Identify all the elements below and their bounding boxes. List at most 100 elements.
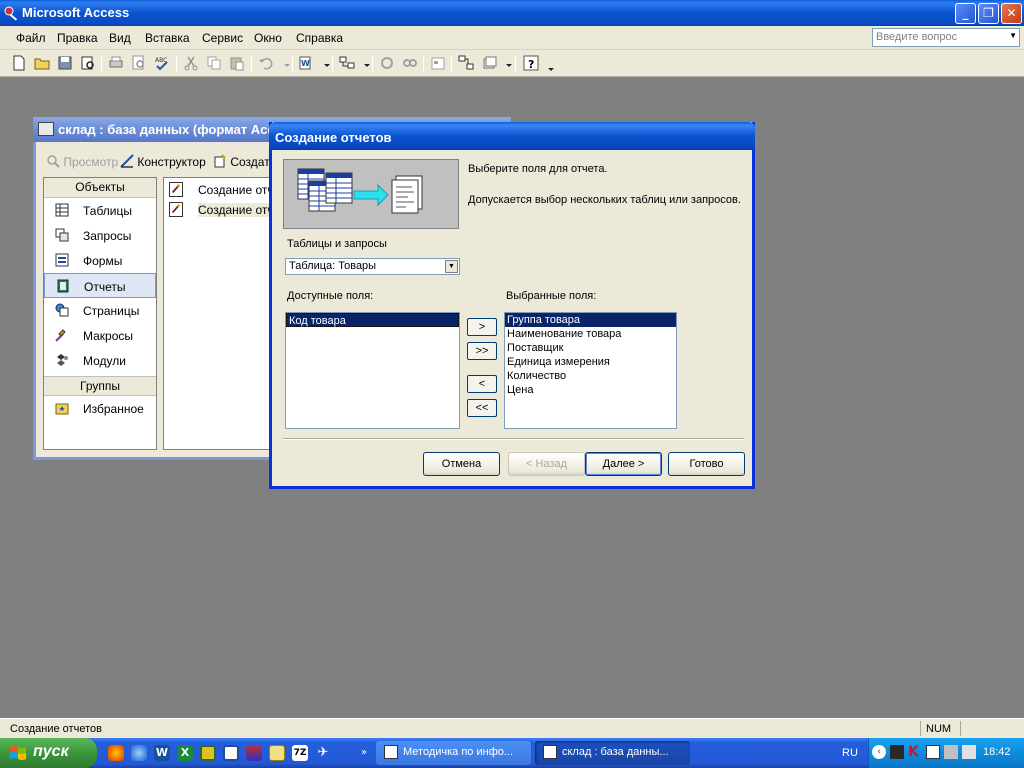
task-methodichka[interactable]: Методичка по инфо... <box>376 741 531 765</box>
tables-queries-value: Таблица: Товары <box>289 260 377 272</box>
restore-button[interactable]: ❐ <box>978 3 999 24</box>
report-wizard-dialog[interactable]: Создание отчетов Выберите поля для отчет… <box>269 122 755 489</box>
task-sklad-db[interactable]: склад : база данны... <box>535 741 690 765</box>
volume-icon[interactable] <box>962 745 976 759</box>
cut-icon[interactable] <box>182 54 200 72</box>
object-modules[interactable]: Модули <box>44 348 156 373</box>
script-editor-icon[interactable] <box>401 54 419 72</box>
selected-field-item[interactable]: Единица измерения <box>505 355 676 369</box>
print-icon[interactable] <box>107 54 125 72</box>
menu-tools[interactable]: Сервис <box>202 31 243 45</box>
relationships-icon[interactable] <box>457 54 475 72</box>
tray-expand-icon[interactable]: ‹ <box>872 745 886 759</box>
remove-field-button[interactable]: < <box>467 375 497 393</box>
macro-icon <box>55 329 66 342</box>
office-links-icon[interactable]: W <box>298 54 316 72</box>
internet-explorer-icon[interactable] <box>131 745 147 761</box>
word-doc-icon <box>384 745 398 759</box>
file-search-icon[interactable] <box>79 54 97 72</box>
preview-button[interactable]: Просмотр <box>46 154 118 169</box>
cancel-button[interactable]: Отмена <box>423 452 500 476</box>
menu-window[interactable]: Окно <box>254 31 282 45</box>
spelling-icon[interactable]: ABC <box>153 54 171 72</box>
plane-icon[interactable]: ✈ <box>315 745 331 761</box>
menu-edit[interactable]: Правка <box>57 31 98 45</box>
app-title-bar[interactable]: Microsoft Access _ ❐ ✕ <box>0 0 1024 26</box>
undo-icon[interactable] <box>257 54 275 72</box>
selected-field-item[interactable]: Группа товара <box>505 313 676 327</box>
office-links-dropdown-icon[interactable] <box>318 54 330 72</box>
tables-queries-select[interactable]: Таблица: Товары ▼ <box>285 258 460 275</box>
code-icon[interactable] <box>378 54 396 72</box>
finish-button[interactable]: Готово <box>668 452 745 476</box>
printer-icon[interactable] <box>926 745 940 759</box>
excel-icon[interactable]: X <box>177 745 193 761</box>
back-button[interactable]: < Назад <box>508 452 585 476</box>
new-object-dropdown-icon[interactable] <box>500 54 512 72</box>
object-queries[interactable]: Запросы <box>44 223 156 248</box>
chevron-down-icon[interactable]: ▼ <box>445 260 458 273</box>
list-item-label: Создание отче <box>198 183 281 197</box>
selected-field-item[interactable]: Цена <box>505 383 676 397</box>
status-bar: Создание отчетов NUM <box>0 718 1024 738</box>
browser-icon[interactable] <box>108 745 124 761</box>
available-field-item[interactable]: Код товара <box>286 313 459 327</box>
media-icon[interactable] <box>246 745 262 761</box>
properties-icon[interactable] <box>429 54 447 72</box>
notepad-icon[interactable] <box>269 745 285 761</box>
help-icon[interactable]: ? <box>522 54 540 72</box>
designer-button[interactable]: Конструктор <box>120 154 206 169</box>
chevron-down-icon[interactable]: ▼ <box>1009 31 1017 40</box>
language-indicator[interactable]: RU <box>842 747 858 759</box>
archiver-icon[interactable]: 7Z <box>292 745 308 761</box>
close-button[interactable]: ✕ <box>1001 3 1022 24</box>
selected-field-item[interactable]: Поставщик <box>505 341 676 355</box>
word-icon[interactable]: W <box>154 745 170 761</box>
menu-insert[interactable]: Вставка <box>145 31 190 45</box>
remove-all-fields-button[interactable]: << <box>467 399 497 417</box>
create-button[interactable]: Создать <box>213 154 276 169</box>
object-macros[interactable]: Макросы <box>44 323 156 348</box>
object-tables[interactable]: Таблицы <box>44 198 156 223</box>
object-reports[interactable]: Отчеты <box>44 273 156 298</box>
system-tray: ‹ K 18:42 <box>868 738 1024 768</box>
analyze-icon[interactable] <box>338 54 356 72</box>
object-forms[interactable]: Формы <box>44 248 156 273</box>
status-text: Создание отчетов <box>10 723 102 735</box>
object-pages[interactable]: Страницы <box>44 298 156 323</box>
menu-view[interactable]: Вид <box>109 31 131 45</box>
selected-fields-list[interactable]: Группа товара Наименование товара Постав… <box>504 312 677 429</box>
selected-field-item[interactable]: Наименование товара <box>505 327 676 341</box>
group-favorites[interactable]: Избранное <box>44 396 156 421</box>
safely-remove-icon[interactable] <box>944 745 958 759</box>
antivirus-icon[interactable]: K <box>908 745 922 759</box>
new-object-icon[interactable] <box>480 54 498 72</box>
wizard-title-bar[interactable]: Создание отчетов <box>269 122 755 150</box>
network-icon[interactable] <box>890 745 904 759</box>
analyze-dropdown-icon[interactable] <box>358 54 370 72</box>
available-fields-list[interactable]: Код товара <box>285 312 460 429</box>
undo-dropdown-icon[interactable] <box>278 54 290 72</box>
selected-field-item[interactable]: Количество <box>505 369 676 383</box>
chevron-right-icon[interactable]: » <box>356 745 372 761</box>
objects-header[interactable]: Объекты <box>44 178 156 198</box>
svg-text:W: W <box>301 59 310 68</box>
open-folder-icon[interactable] <box>33 54 51 72</box>
print-preview-icon[interactable] <box>130 54 148 72</box>
paste-icon[interactable] <box>228 54 246 72</box>
add-field-button[interactable]: > <box>467 318 497 336</box>
new-file-icon[interactable] <box>10 54 28 72</box>
next-button[interactable]: Далее > <box>585 452 662 476</box>
copy-icon[interactable] <box>205 54 223 72</box>
groups-header[interactable]: Группы <box>44 376 156 396</box>
calculator-icon[interactable] <box>223 745 239 761</box>
ask-question-input[interactable]: Введите вопрос ▼ <box>872 28 1020 47</box>
add-all-fields-button[interactable]: >> <box>467 342 497 360</box>
minimize-button[interactable]: _ <box>955 3 976 24</box>
outlook-icon[interactable] <box>200 745 216 761</box>
menu-help[interactable]: Справка <box>296 31 343 45</box>
help-dropdown-icon[interactable] <box>542 54 554 72</box>
save-icon[interactable] <box>56 54 74 72</box>
start-button[interactable]: пуск <box>0 738 97 768</box>
menu-file[interactable]: Файл <box>16 31 46 45</box>
